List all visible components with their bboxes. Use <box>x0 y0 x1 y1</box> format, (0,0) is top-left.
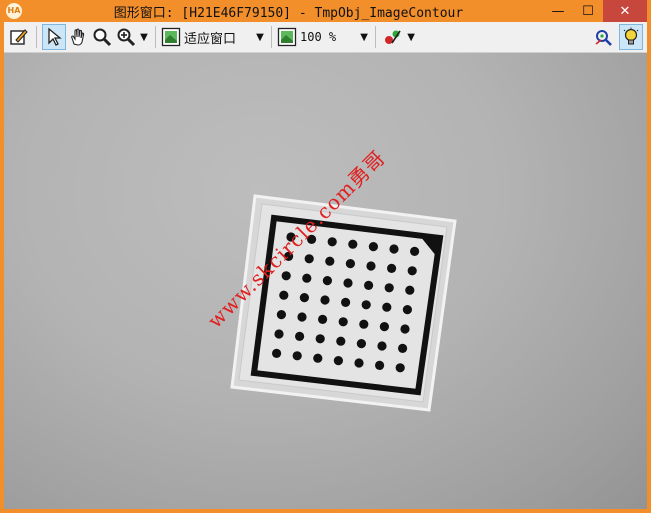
calibration-dot <box>338 317 348 327</box>
color-paint-icon <box>385 30 401 44</box>
calibration-dot <box>402 305 412 315</box>
crosshair-magnifier-icon <box>595 30 612 46</box>
calibration-dot <box>361 300 371 310</box>
halcon-app-icon: HA <box>6 3 22 19</box>
minimize-button[interactable]: — <box>543 0 573 22</box>
toolbar: ▼ 适应窗口 ▼ 100 % ▼ ▼ <box>4 22 647 53</box>
calibration-dot <box>336 336 346 346</box>
calibration-dot <box>356 339 366 349</box>
calibration-dot <box>364 280 374 290</box>
pointer-arrow-icon <box>48 27 62 46</box>
calibration-dot <box>405 285 415 295</box>
close-button[interactable]: ✕ <box>603 0 647 22</box>
calibration-dot <box>292 351 302 361</box>
magnify-tool-button[interactable] <box>90 24 114 50</box>
image-view <box>230 194 457 412</box>
calibration-dot <box>389 244 399 254</box>
fit-window-select[interactable]: 适应窗口 <box>161 24 236 50</box>
zoom-level-dropdown[interactable]: ▼ <box>358 32 370 43</box>
window-controls: — ☐ ✕ <box>543 0 647 22</box>
calibration-dot <box>322 276 332 286</box>
calibration-dot <box>343 278 353 288</box>
calibration-dot <box>325 256 335 266</box>
calibration-dot <box>354 358 364 368</box>
calibration-dot <box>274 329 284 339</box>
edit-graphics-button[interactable] <box>7 24 31 50</box>
calibration-dot <box>387 263 397 273</box>
calibration-dot <box>272 348 282 358</box>
calibration-dot <box>382 302 392 312</box>
toolbar-separator <box>375 26 377 48</box>
zoom-in-tool-button[interactable] <box>114 24 138 50</box>
calibration-dot <box>400 324 410 334</box>
calibration-dot <box>368 242 378 252</box>
calibration-dot <box>327 237 337 247</box>
calibration-dot <box>333 356 343 366</box>
maximize-button[interactable]: ☐ <box>573 0 603 22</box>
zoom-level-select[interactable]: 100 % <box>277 24 336 50</box>
calibration-dot <box>348 239 358 249</box>
calibration-dot <box>366 261 376 271</box>
calibration-dot <box>341 297 351 307</box>
calibration-dot <box>304 254 314 264</box>
title-bar[interactable]: HA 图形窗口: [H21E46F79150] - TmpObj_ImageCo… <box>4 0 647 22</box>
zoom-in-icon <box>117 28 136 47</box>
zoom-mode-dropdown[interactable]: ▼ <box>138 32 150 43</box>
calibration-dot <box>384 283 394 293</box>
window-title: 图形窗口: [H21E46F79150] - TmpObj_ImageConto… <box>113 5 464 21</box>
fit-window-dropdown[interactable]: ▼ <box>254 32 266 43</box>
magnifier-icon <box>93 28 112 47</box>
calibration-dot <box>398 343 408 353</box>
calibration-dot <box>395 363 405 373</box>
draw-color-button[interactable] <box>381 24 405 50</box>
calibration-dot <box>377 341 387 351</box>
calibration-dot <box>359 319 369 329</box>
calibration-dot <box>297 312 307 322</box>
hand-icon <box>71 28 85 46</box>
lightbulb-icon <box>623 27 639 45</box>
toolbar-separator <box>155 26 156 48</box>
calibration-dot <box>375 360 385 370</box>
calibration-dot <box>315 334 325 344</box>
calibration-dot <box>276 310 286 320</box>
calibration-dot <box>345 259 355 269</box>
calibration-dot <box>295 331 305 341</box>
toolbar-separator <box>271 26 273 48</box>
zoom-level-value: 100 % <box>300 30 337 44</box>
image-canvas[interactable]: www.skcircle.com勇哥 <box>4 53 647 509</box>
edit-pencil-icon <box>10 29 28 45</box>
fit-window-label: 适应窗口 <box>184 31 237 47</box>
calibration-dot <box>281 271 291 281</box>
crosshair-tool-button[interactable] <box>591 24 615 50</box>
fit-image-icon <box>161 27 181 47</box>
calibration-dot <box>313 353 323 363</box>
calibration-dot <box>302 273 312 283</box>
info-tool-button[interactable] <box>619 24 643 50</box>
calibration-dot <box>379 322 389 332</box>
calibration-dot <box>318 314 328 324</box>
calibration-dot <box>279 290 289 300</box>
pan-tool-button[interactable] <box>66 24 90 50</box>
calibration-dot <box>410 246 420 256</box>
draw-color-dropdown[interactable]: ▼ <box>405 32 417 43</box>
graphics-window: HA 图形窗口: [H21E46F79150] - TmpObj_ImageCo… <box>0 0 651 513</box>
zoom-image-icon <box>277 27 297 47</box>
calibration-dot <box>299 293 309 303</box>
pointer-tool-button[interactable] <box>42 24 66 50</box>
calibration-dot <box>407 266 417 276</box>
toolbar-separator <box>36 26 37 48</box>
calibration-dot <box>320 295 330 305</box>
